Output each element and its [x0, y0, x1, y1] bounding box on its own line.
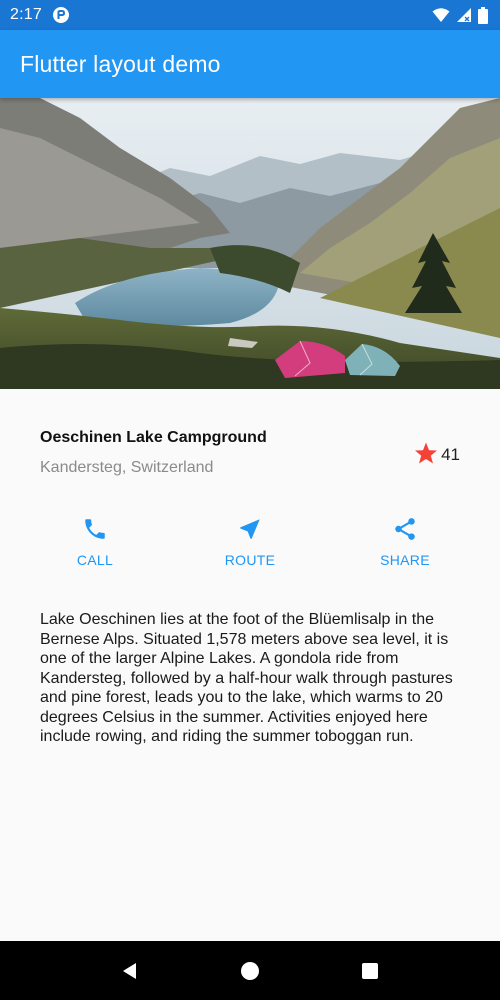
share-icon	[392, 516, 418, 542]
place-name: Oeschinen Lake Campground	[40, 429, 267, 446]
route-button[interactable]: ROUTE	[190, 508, 310, 588]
description-text: Lake Oeschinen lies at the foot of the B…	[40, 611, 453, 745]
route-label: ROUTE	[224, 552, 276, 568]
rating-count: 41	[441, 445, 460, 464]
hero-image	[0, 98, 500, 389]
navigation-icon	[237, 516, 263, 542]
status-time: 2:17	[10, 6, 42, 23]
back-icon[interactable]	[120, 961, 140, 981]
title-column: Oeschinen Lake Campground Kandersteg, Sw…	[40, 429, 267, 509]
signal-icon	[456, 7, 472, 23]
phone-icon	[82, 516, 108, 542]
action-buttons: CALL ROUTE SHARE	[0, 508, 500, 588]
call-label: CALL	[76, 552, 114, 568]
status-left: 2:17	[10, 6, 70, 24]
recents-icon[interactable]	[360, 961, 380, 981]
notification-icon	[52, 6, 70, 24]
status-bar: 2:17	[0, 0, 500, 30]
lake-landscape-image	[0, 98, 500, 389]
system-nav-bar	[0, 941, 500, 1000]
app-bar: Flutter layout demo	[0, 30, 500, 98]
place-location: Kandersteg, Switzerland	[40, 459, 214, 476]
battery-icon	[478, 6, 488, 24]
call-button[interactable]: CALL	[35, 508, 155, 588]
share-button[interactable]: SHARE	[345, 508, 465, 588]
title-section: Oeschinen Lake Campground Kandersteg, Sw…	[0, 389, 500, 509]
app-title: Flutter layout demo	[20, 50, 221, 77]
home-icon[interactable]	[240, 961, 260, 981]
star-icon[interactable]	[414, 441, 438, 470]
share-label: SHARE	[380, 552, 430, 568]
status-right	[432, 6, 488, 24]
wifi-icon	[432, 7, 450, 23]
rating: 41	[414, 441, 460, 469]
